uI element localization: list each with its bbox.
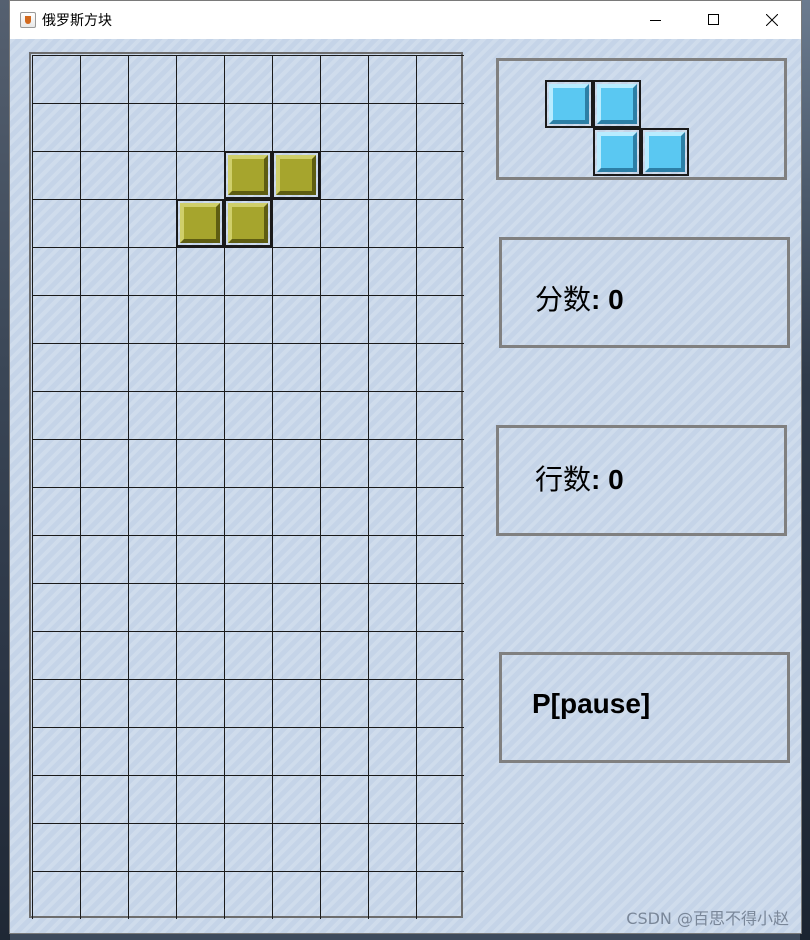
current-piece-block (272, 151, 320, 199)
game-window: 俄罗斯方块 分数: 0 行数: 0 P[pause] CSDN @百思不得小赵 (9, 0, 802, 934)
close-button[interactable] (743, 1, 801, 39)
score-panel: 分数: 0 (499, 237, 790, 348)
lines-label: 行数 (535, 463, 592, 496)
next-piece-block (545, 80, 593, 128)
lines-colon: : (591, 464, 609, 495)
current-piece-block (176, 199, 224, 247)
minimize-button[interactable] (627, 1, 685, 39)
window-controls (627, 1, 801, 39)
game-area: 分数: 0 行数: 0 P[pause] CSDN @百思不得小赵 (10, 39, 801, 933)
game-board (29, 52, 464, 919)
score-value: 0 (608, 284, 624, 315)
maximize-icon (708, 14, 719, 25)
watermark: CSDN @百思不得小赵 (626, 909, 789, 928)
score-label: 分数 (535, 283, 592, 316)
minimize-icon (650, 20, 661, 21)
current-piece-block (224, 199, 272, 247)
next-piece-panel (496, 58, 787, 180)
score-colon: : (591, 284, 609, 315)
close-icon (766, 14, 778, 26)
pause-panel[interactable]: P[pause] (499, 652, 790, 763)
maximize-button[interactable] (685, 1, 743, 39)
next-piece-block (593, 128, 641, 176)
pause-hint: P[pause] (532, 688, 651, 719)
java-app-icon[interactable] (20, 12, 36, 28)
current-piece-block (224, 151, 272, 199)
board-grid (32, 55, 464, 919)
next-piece-block (593, 80, 641, 128)
lines-value: 0 (608, 464, 624, 495)
title-bar[interactable]: 俄罗斯方块 (10, 1, 801, 39)
next-piece-preview (545, 80, 695, 180)
next-piece-block (641, 128, 689, 176)
lines-panel: 行数: 0 (496, 425, 787, 536)
window-title: 俄罗斯方块 (42, 13, 112, 29)
